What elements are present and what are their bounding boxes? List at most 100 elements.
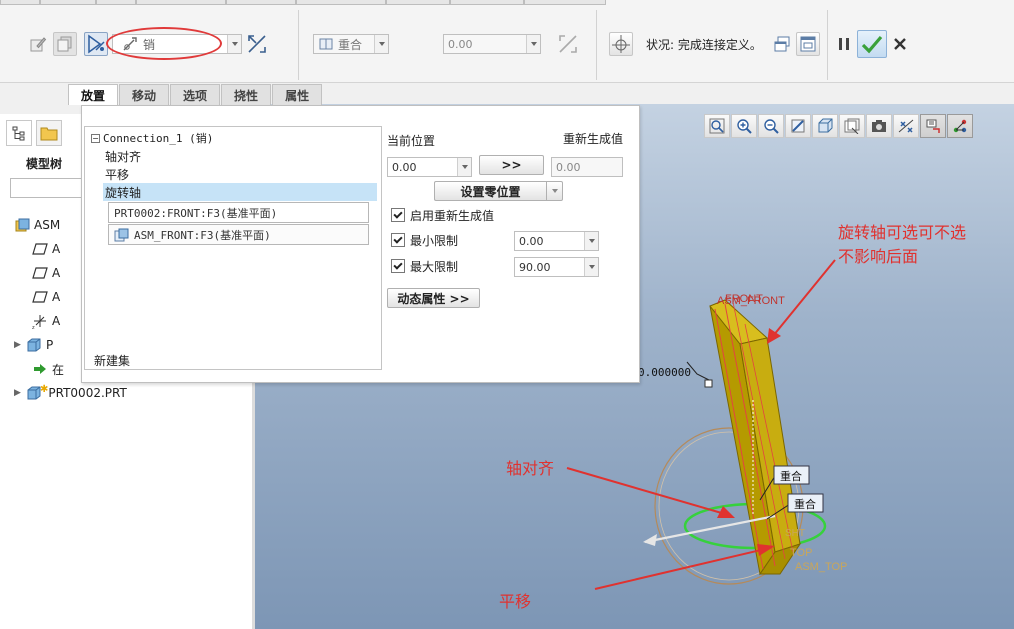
- current-position-label: 当前位置: [387, 134, 436, 148]
- tree-item-label: A: [52, 290, 61, 304]
- tree-item-datum-plane[interactable]: A: [32, 286, 60, 308]
- ribbon-tab[interactable]: [96, 0, 136, 5]
- pin-connection-icon: [88, 34, 105, 54]
- connection-mode-button[interactable]: [84, 32, 108, 56]
- highlight-oval-annotation: [106, 27, 222, 60]
- max-limit-value: 90.00: [519, 260, 551, 274]
- dynamic-properties-button[interactable]: 动态属性 >>: [387, 288, 480, 308]
- datum-plane-icon: [32, 241, 48, 257]
- user-defined-set-button[interactable]: [26, 32, 50, 56]
- ribbon-tab[interactable]: [524, 0, 606, 5]
- svg-text:z: z: [32, 325, 35, 329]
- constraint-item-label: 平移: [105, 167, 130, 182]
- constraint-item-rotation-axis[interactable]: 旋转轴: [103, 183, 377, 201]
- tree-item-part[interactable]: ▶ ✱ PRT0002.PRT: [14, 382, 127, 404]
- tree-item-insert-here[interactable]: 在: [32, 358, 64, 380]
- tab-placement[interactable]: 放置: [68, 84, 119, 105]
- enable-regen-checkbox[interactable]: [391, 208, 405, 222]
- tree-item-label: 在: [52, 362, 65, 377]
- checkmark-icon: [861, 35, 883, 54]
- edit-definition-icon: [30, 37, 47, 52]
- tree-item-label: ASM: [34, 218, 61, 232]
- tree-item-asm[interactable]: ASM: [14, 214, 60, 236]
- chevron-down-icon[interactable]: [584, 258, 598, 276]
- expand-arrow-icon[interactable]: ▶: [14, 340, 26, 350]
- constraint-tag-label: 重合: [794, 497, 816, 511]
- move-target-icon: [612, 35, 630, 53]
- new-set-link[interactable]: 新建集: [94, 351, 130, 369]
- annotation-arrow-line: [566, 467, 726, 515]
- flip-constraint-button[interactable]: [556, 32, 580, 56]
- dimension-value-label[interactable]: 0.000000: [638, 366, 691, 379]
- expand-arrow-icon[interactable]: ▶: [14, 388, 26, 398]
- annotation-rotation-axis-line1: 旋转轴可选可不选: [838, 223, 967, 242]
- collapse-icon[interactable]: −: [91, 133, 100, 143]
- tab-options[interactable]: 选项: [170, 84, 221, 105]
- connection-set-item[interactable]: − Connection_1 (销): [91, 129, 213, 147]
- separator: [827, 10, 828, 80]
- max-limit-label: 最大限制: [410, 260, 459, 274]
- flip-arrows-icon: [248, 35, 266, 53]
- max-limit-checkbox[interactable]: [391, 259, 405, 273]
- tree-item-datum-plane[interactable]: A: [32, 262, 60, 284]
- constraint-combo[interactable]: 重合: [313, 34, 389, 54]
- max-limit-combo[interactable]: 90.00: [514, 257, 599, 277]
- flip-direction-button[interactable]: [245, 32, 269, 56]
- tree-item-csys[interactable]: z A: [32, 310, 60, 332]
- new-component-star-icon: ✱: [40, 383, 49, 395]
- ribbon-tab[interactable]: [296, 0, 386, 5]
- current-position-combo[interactable]: 0.00: [387, 157, 472, 177]
- constraint-item-label: 轴对齐: [105, 149, 142, 164]
- ribbon-tab-strip: [0, 0, 1014, 6]
- dimension-drag-handle[interactable]: [704, 379, 713, 388]
- ribbon-tab[interactable]: [136, 0, 226, 5]
- assembly-window-button[interactable]: [796, 32, 820, 56]
- folder-icon: [40, 127, 58, 141]
- ribbon-tab[interactable]: [226, 0, 296, 5]
- ribbon-tab[interactable]: [40, 0, 96, 5]
- tree-item-part[interactable]: ▶ P: [14, 334, 53, 356]
- part-icon: [26, 337, 42, 353]
- min-limit-combo[interactable]: 0.00: [514, 231, 599, 251]
- ribbon-tab[interactable]: [450, 0, 524, 5]
- ribbon-tab[interactable]: [0, 0, 40, 5]
- tree-item-datum-plane[interactable]: A: [32, 238, 60, 260]
- chevron-down-icon[interactable]: [584, 232, 598, 250]
- min-limit-checkbox[interactable]: [391, 233, 405, 247]
- separator: [298, 10, 299, 80]
- chevron-down-icon[interactable]: [526, 35, 540, 53]
- predefined-set-button[interactable]: [53, 32, 77, 56]
- model-tree-tab[interactable]: [6, 120, 32, 146]
- reference-collector-1[interactable]: PRT0002:FRONT:F3(基准平面): [108, 202, 369, 223]
- separate-window-button[interactable]: [770, 32, 794, 56]
- transfer-value-button[interactable]: >>: [479, 155, 544, 175]
- regen-value-field[interactable]: 0.00: [551, 157, 623, 177]
- reference-label: ASM_FRONT:F3(基准平面): [134, 228, 271, 242]
- reference-collector-2[interactable]: ASM_FRONT:F3(基准平面): [108, 224, 369, 245]
- chevron-down-icon[interactable]: [374, 35, 388, 53]
- tab-flexibility[interactable]: 挠性: [221, 84, 272, 105]
- datum-label-right: SHT: [785, 528, 805, 539]
- set-zero-dropdown[interactable]: [546, 181, 563, 201]
- model-tree-title: 模型树: [26, 157, 63, 171]
- cancel-button[interactable]: [888, 32, 912, 56]
- move-component-button[interactable]: [609, 32, 633, 56]
- pause-button[interactable]: [832, 32, 856, 56]
- offset-combo[interactable]: 0.00: [443, 34, 541, 54]
- folder-browser-tab[interactable]: [36, 120, 62, 146]
- chevron-down-icon[interactable]: [227, 35, 241, 53]
- stacked-pages-icon: [57, 36, 72, 52]
- constraint-value: 重合: [338, 37, 363, 52]
- constraint-item-translate[interactable]: 平移: [105, 165, 377, 183]
- tab-properties[interactable]: 属性: [272, 84, 323, 105]
- annotation-translate: 平移: [499, 592, 532, 611]
- assembly-window-icon: [800, 36, 816, 52]
- chevron-down-icon[interactable]: [457, 158, 471, 176]
- constraint-item-axis-align[interactable]: 轴对齐: [105, 147, 377, 165]
- ribbon-tab[interactable]: [386, 0, 450, 5]
- ok-button[interactable]: [857, 30, 887, 58]
- current-position-value: 0.00: [392, 160, 417, 174]
- dashboard-toolbar: 销 重合 0.00 状况: 完成连接定义。: [0, 0, 1014, 83]
- set-zero-position-button[interactable]: 设置零位置: [434, 181, 546, 201]
- tab-move[interactable]: 移动: [119, 84, 170, 105]
